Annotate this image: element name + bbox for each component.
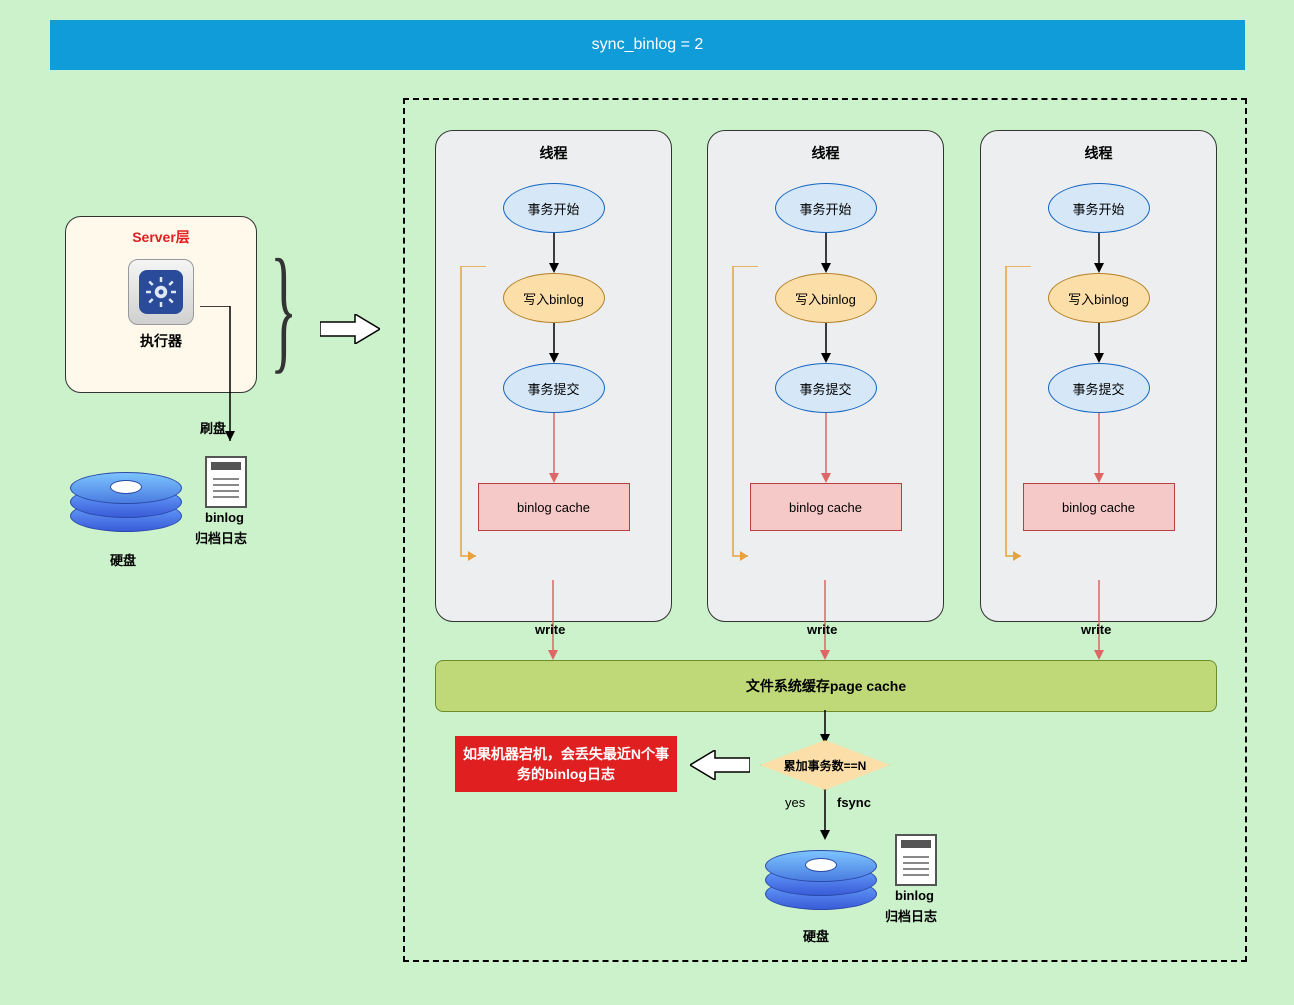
title-bar: sync_binlog = 2: [50, 20, 1245, 70]
arrow-down-icon: [1089, 323, 1109, 363]
write-label-1: write: [535, 622, 565, 637]
disk-icon-bottom: [765, 840, 875, 920]
arrow-down-red-icon: [816, 413, 836, 483]
thread-box-3: 线程 事务开始 写入binlog 事务提交 binlog cache: [980, 130, 1217, 622]
write-label-2: write: [807, 622, 837, 637]
thread-title-1: 线程: [436, 143, 671, 163]
server-title: Server层: [66, 227, 256, 247]
file-icon-bottom: [895, 834, 937, 886]
arrow-down-icon: [816, 323, 836, 363]
tx-commit-1: 事务提交: [503, 363, 605, 413]
orange-connector-3: [1001, 266, 1031, 566]
thread-box-1: 线程 事务开始 写入binlog 事务提交 binlog cache: [435, 130, 672, 622]
arrow-down-icon: [816, 233, 836, 273]
write-arrow-2: [815, 580, 835, 660]
arrow-down-red-icon: [1089, 413, 1109, 483]
disk-label-left: 硬盘: [110, 550, 136, 569]
tx-start-3: 事务开始: [1048, 183, 1150, 233]
arrow-down-icon: [544, 323, 564, 363]
condition-diamond: 累加事务数==N: [760, 740, 890, 790]
binlog-cache-1: binlog cache: [478, 483, 630, 531]
arrow-diamond-to-disk: [815, 790, 835, 840]
thread-box-2: 线程 事务开始 写入binlog 事务提交 binlog cache: [707, 130, 944, 622]
fsync-label: fsync: [837, 795, 871, 810]
binlog-label-left-1: binlog: [205, 510, 244, 525]
disk-icon: [70, 462, 180, 542]
tx-commit-3: 事务提交: [1048, 363, 1150, 413]
tx-commit-2: 事务提交: [775, 363, 877, 413]
tx-start-2: 事务开始: [775, 183, 877, 233]
brace-icon: }: [270, 228, 297, 389]
thread-title-3: 线程: [981, 143, 1216, 163]
arrow-down-icon: [544, 233, 564, 273]
binlog-label-bottom-2: 归档日志: [885, 906, 937, 925]
write-arrow-3: [1089, 580, 1109, 660]
gear-icon: [128, 259, 194, 325]
write-binlog-2: 写入binlog: [775, 273, 877, 323]
arrow-down-icon: [1089, 233, 1109, 273]
write-binlog-3: 写入binlog: [1048, 273, 1150, 323]
tx-start-1: 事务开始: [503, 183, 605, 233]
binlog-cache-2: binlog cache: [750, 483, 902, 531]
write-label-3: write: [1081, 622, 1111, 637]
orange-connector-2: [728, 266, 758, 566]
write-binlog-1: 写入binlog: [503, 273, 605, 323]
title-text: sync_binlog = 2: [592, 36, 704, 54]
page-cache-box: 文件系统缓存page cache: [435, 660, 1217, 712]
flush-label: 刷盘: [200, 418, 226, 437]
warning-box: 如果机器宕机，会丢失最近N个事务的binlog日志: [455, 736, 677, 792]
file-icon: [205, 456, 247, 508]
binlog-cache-3: binlog cache: [1023, 483, 1175, 531]
disk-label-bottom: 硬盘: [803, 926, 829, 945]
arrow-right-icon: [320, 314, 380, 344]
write-arrow-1: [543, 580, 563, 660]
binlog-label-left-2: 归档日志: [195, 528, 247, 547]
yes-label: yes: [785, 795, 805, 810]
binlog-label-bottom-1: binlog: [895, 888, 934, 903]
arrow-pagecache-to-diamond: [815, 710, 835, 744]
dashed-frame: 线程 事务开始 写入binlog 事务提交 binlog cache 线程 事务…: [403, 98, 1247, 962]
arrow-down-red-icon: [544, 413, 564, 483]
thread-title-2: 线程: [708, 143, 943, 163]
arrow-left-icon: [690, 750, 750, 780]
orange-connector-1: [456, 266, 486, 566]
